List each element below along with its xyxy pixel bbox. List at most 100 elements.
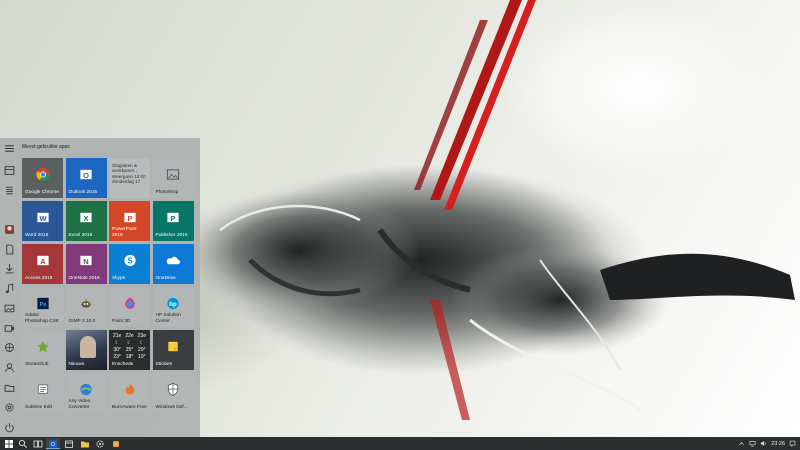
tile-label: GIMP 2.10.0 bbox=[68, 318, 96, 324]
tile-label: Access 2016 bbox=[25, 275, 53, 281]
tile-gimp[interactable]: GIMP 2.10.0 bbox=[65, 287, 107, 327]
shield-icon bbox=[166, 382, 181, 397]
tile-excel[interactable]: X Excel 2016 bbox=[65, 201, 107, 241]
tile-onedrive[interactable]: OneDrive bbox=[152, 244, 194, 284]
taskbar-file-explorer[interactable] bbox=[78, 438, 92, 449]
weather-lows-0: 23° bbox=[113, 354, 121, 360]
tile-outlook[interactable]: O Outlook 2016 bbox=[65, 158, 107, 198]
tile-label: Adobe Photoshop CS6 bbox=[25, 313, 59, 324]
start-button[interactable] bbox=[2, 438, 16, 449]
tile-chrome[interactable]: Google Chrome bbox=[22, 158, 63, 198]
task-view-button[interactable] bbox=[31, 438, 45, 449]
tile-skype[interactable]: S Skype bbox=[109, 244, 150, 284]
svg-text:hp: hp bbox=[169, 301, 177, 308]
access-icon: A bbox=[35, 253, 50, 268]
tile-powerpoint[interactable]: P PowerPoint 2016 bbox=[109, 201, 150, 241]
tile-label: Google Chrome bbox=[25, 189, 59, 195]
task-view-icon bbox=[33, 440, 43, 447]
tile-label: Sublime Edit bbox=[25, 404, 52, 410]
weather-icons-2: ☾ bbox=[139, 340, 145, 346]
file-explorer-icon[interactable] bbox=[4, 382, 15, 393]
svg-text:P: P bbox=[127, 214, 132, 223]
tiles-view-icon[interactable] bbox=[4, 165, 15, 176]
word-icon: W bbox=[35, 210, 50, 225]
tile-sublime[interactable]: Sublime Edit bbox=[22, 373, 63, 413]
stickies-icon bbox=[166, 339, 181, 354]
personal-folder-icon[interactable] bbox=[4, 362, 15, 373]
tile-mail[interactable]: Stagiairen & werkkamer... Weergave 13:00… bbox=[109, 158, 150, 198]
tile-weather[interactable]: 21e 22e 23e ☾ ☾ ☾ 30° 25° 29° 23° 18° 19° Enschede bbox=[109, 330, 150, 370]
network-icon[interactable] bbox=[749, 440, 756, 447]
documents-icon[interactable] bbox=[4, 244, 15, 255]
volume-icon[interactable] bbox=[760, 440, 767, 447]
onenote-icon: N bbox=[79, 253, 94, 268]
tile-label: Excel 2016 bbox=[68, 232, 93, 238]
tile-label: Nieuws bbox=[68, 361, 85, 367]
settings-icon[interactable] bbox=[4, 402, 15, 413]
svg-text:S: S bbox=[127, 257, 132, 266]
music-icon[interactable] bbox=[4, 283, 15, 294]
taskbar-calendar[interactable] bbox=[62, 438, 76, 449]
tile-photoshop[interactable]: Ps Adobe Photoshop CS6 bbox=[22, 287, 63, 327]
tile-label: Paint 3D bbox=[112, 318, 131, 324]
photos-icon bbox=[166, 167, 181, 182]
notification-icon[interactable] bbox=[789, 440, 796, 447]
weather-forecast: 21e 22e 23e ☾ ☾ ☾ 30° 25° 29° 23° 18° 19° bbox=[111, 333, 148, 361]
tile-stickies[interactable]: Stickies bbox=[152, 330, 194, 370]
tile-paint3d[interactable]: Paint 3D bbox=[109, 287, 150, 327]
tile-label: BurnAware Free bbox=[112, 404, 147, 410]
taskbar-outlook[interactable]: O bbox=[46, 438, 60, 449]
gear-icon bbox=[96, 439, 104, 448]
tile-label: Skype bbox=[112, 275, 126, 281]
tile-label: Streamhub bbox=[25, 361, 49, 367]
taskbar-settings[interactable] bbox=[93, 438, 107, 449]
clock[interactable]: 23:26 bbox=[771, 441, 785, 447]
tile-burnaware[interactable]: BurnAware Free bbox=[109, 373, 150, 413]
hamburger-icon[interactable] bbox=[4, 143, 15, 154]
weather-lows-2: 19° bbox=[138, 354, 146, 360]
user-avatar-icon[interactable] bbox=[4, 224, 15, 235]
tile-shield[interactable]: Windows Def... bbox=[152, 373, 194, 413]
tile-hp[interactable]: hp HP Solution Center bbox=[152, 287, 194, 327]
search-icon bbox=[18, 439, 28, 448]
folder-icon bbox=[81, 441, 89, 447]
weather-icons-1: ☾ bbox=[127, 340, 132, 346]
tile-access[interactable]: A Access 2016 bbox=[22, 244, 63, 284]
calendar-icon bbox=[65, 440, 73, 448]
downloads-icon[interactable] bbox=[4, 263, 15, 274]
tile-streamhub[interactable]: Streamhub bbox=[22, 330, 63, 370]
onedrive-icon bbox=[166, 253, 181, 268]
tile-word[interactable]: W Word 2016 bbox=[22, 201, 63, 241]
search-button[interactable] bbox=[16, 438, 30, 449]
svg-text:X: X bbox=[83, 214, 88, 223]
chevron-up-icon[interactable] bbox=[738, 440, 745, 447]
all-apps-icon[interactable] bbox=[4, 185, 15, 196]
tile-photos[interactable]: Photoshop bbox=[152, 158, 194, 198]
tile-publisher[interactable]: P Publisher 2016 bbox=[152, 201, 194, 241]
tile-label: Publisher 2016 bbox=[155, 232, 188, 238]
weather-icons-0: ☾ bbox=[114, 340, 120, 346]
tile-news[interactable]: Nieuws bbox=[65, 330, 107, 370]
weather-temps-1: 25° bbox=[125, 347, 134, 353]
weather-temps-0: 30° bbox=[113, 347, 121, 353]
taskbar-app[interactable] bbox=[109, 438, 123, 449]
tile-onenote[interactable]: N OneNote 2016 bbox=[65, 244, 107, 284]
network-places-icon[interactable] bbox=[4, 342, 15, 353]
svg-text:O: O bbox=[51, 442, 55, 448]
tile-video-converter[interactable]: Any Video Converter bbox=[65, 373, 107, 413]
powerpoint-icon: P bbox=[122, 210, 137, 225]
outlook-icon: O bbox=[79, 167, 94, 182]
tile-label: Enschede bbox=[112, 361, 134, 367]
pictures-icon[interactable] bbox=[4, 303, 15, 314]
svg-text:P: P bbox=[170, 214, 175, 223]
streamhub-icon bbox=[35, 339, 50, 354]
outlook-icon: O bbox=[49, 440, 57, 448]
videos-icon[interactable] bbox=[4, 323, 15, 334]
svg-text:W: W bbox=[39, 214, 47, 223]
photoshop-icon: Ps bbox=[35, 296, 50, 311]
sublime-icon bbox=[35, 382, 50, 397]
video-converter-icon bbox=[79, 382, 94, 397]
tile-label: OneDrive bbox=[155, 275, 176, 281]
burnaware-icon bbox=[122, 382, 137, 397]
power-icon[interactable] bbox=[4, 422, 15, 433]
